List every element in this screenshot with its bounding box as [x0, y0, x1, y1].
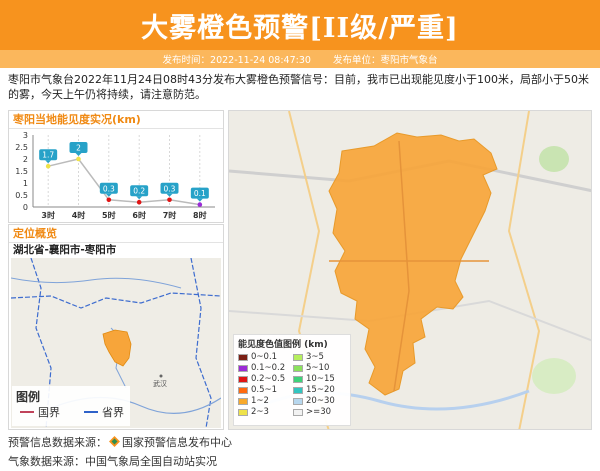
title-banner: 大雾橙色预警[II级/严重] — [0, 0, 600, 50]
country-border-label: 国界 — [38, 406, 60, 419]
legend-label: 3~5 — [306, 352, 324, 362]
legend-item: 0.2~0.5 — [238, 374, 291, 384]
legend-swatch — [238, 353, 248, 361]
value-label-pointer — [196, 198, 203, 202]
value-label: 1.7 — [42, 151, 54, 160]
visibility-legend-title: 能见度色值图例 (km) — [238, 340, 328, 350]
legend-label: 20~30 — [306, 396, 335, 406]
legend-item: >=30 — [293, 407, 346, 417]
legend-label: 0~0.1 — [251, 352, 278, 362]
location-region: 湖北省-襄阳市-枣阳市 — [13, 244, 117, 256]
legend-label: 15~20 — [306, 385, 335, 395]
legend-item: 20~30 — [293, 396, 346, 406]
legend-swatch — [238, 408, 248, 416]
legend-label: 0.1~0.2 — [251, 363, 286, 373]
y-tick-label: 3 — [23, 131, 28, 140]
y-tick-label: 0 — [23, 203, 28, 212]
legend-label: 2~3 — [251, 407, 269, 417]
legend-swatch — [293, 375, 303, 383]
legend-label: 1~2 — [251, 396, 269, 406]
value-label: 0.2 — [133, 187, 145, 196]
x-tick-label: 8时 — [193, 210, 207, 220]
legend-item: 2~3 — [238, 407, 291, 417]
legend-item: 0.1~0.2 — [238, 363, 291, 373]
publish-time: 发布时间：2022-11-24 08:47:30 — [162, 55, 311, 66]
source-weather: 气象数据来源：中国气象局全国自动站实况 — [8, 455, 217, 468]
y-tick-label: 2 — [23, 155, 28, 164]
x-tick-label: 5时 — [102, 210, 116, 220]
warning-center-link[interactable]: 国家预警信息发布中心 — [122, 436, 232, 449]
value-label-pointer — [45, 160, 52, 164]
legend-item: 1~2 — [238, 396, 291, 406]
legend-label: >=30 — [306, 407, 332, 417]
value-label: 2 — [76, 144, 81, 153]
legend-swatch — [293, 397, 303, 405]
visibility-line — [47, 158, 200, 206]
visibility-point — [76, 156, 81, 162]
page-title: 大雾橙色预警[II级/严重] — [141, 12, 459, 44]
publish-unit: 发布单位：枣阳市气象台 — [332, 55, 438, 66]
legend-swatch — [238, 386, 248, 394]
value-label: 0.3 — [103, 184, 115, 193]
legend-label: 0.5~1 — [251, 385, 278, 395]
value-label: 0.1 — [194, 189, 206, 198]
location-panel-title: 定位概览 — [9, 225, 223, 243]
legend-label: 5~10 — [306, 363, 330, 373]
warning-page: 大雾橙色预警[II级/严重] 发布时间：2022-11-24 08:47:30 … — [0, 0, 600, 471]
y-tick-label: 2.5 — [15, 143, 28, 152]
x-tick-label: 7时 — [163, 210, 177, 220]
y-tick-label: 0.5 — [15, 191, 28, 200]
svg-text:武汉: 武汉 — [153, 379, 167, 388]
value-label-pointer — [75, 153, 82, 156]
value-label-pointer — [166, 193, 173, 197]
legend-item: 15~20 — [293, 385, 346, 395]
legend-item: 0.5~1 — [238, 385, 291, 395]
visibility-legend: 能见度色值图例 (km) 0~0.1 3~5 0.1~0.2 5~10 0.2~0.5 1… — [233, 334, 351, 426]
x-tick-label: 3时 — [41, 210, 55, 220]
legend-swatch — [238, 397, 248, 405]
y-tick-label: 1 — [23, 179, 28, 188]
legend-label: 0.2~0.5 — [251, 374, 286, 384]
source-warning: 预警信息数据来源： 国家预警信息发布中心 — [8, 436, 232, 449]
legend-swatch — [293, 386, 303, 394]
visibility-point — [197, 202, 203, 207]
visibility-chart: 0 0.5 1 1.5 2 2.5 3 3时 4时 5时 6时 7时 8时 1.7 2 0.3 0.2 0.3 0.… — [15, 131, 215, 220]
legend-item: 3~5 — [293, 352, 346, 362]
warning-description: 枣阳市气象台2022年11月24日08时43分发布大雾橙色预警信号：目前，我市已… — [8, 73, 589, 101]
legend-swatch — [293, 408, 303, 416]
province-border-label: 省界 — [102, 406, 124, 419]
y-tick-label: 1.5 — [15, 167, 28, 176]
legend-swatch — [293, 364, 303, 372]
visibility-point — [45, 163, 51, 169]
overview-legend-title: 图例 — [16, 390, 41, 404]
visibility-panel: 枣阳当地能见度实况(km) 0 0.5 1 1.5 2 2.5 3 3时 4时 5时 6时 7时 8时 1… — [8, 110, 224, 223]
visibility-panel-title: 枣阳当地能见度实况(km) — [9, 111, 223, 129]
value-label-pointer — [136, 196, 143, 200]
overview-legend: 图例 国界 省界 — [12, 386, 130, 426]
legend-swatch — [293, 353, 303, 361]
legend-item: 5~10 — [293, 363, 346, 373]
legend-swatch — [238, 375, 248, 383]
visibility-point — [136, 199, 142, 205]
visibility-point — [106, 197, 112, 203]
legend-item: 0~0.1 — [238, 352, 291, 362]
legend-item: 10~15 — [293, 374, 346, 384]
visibility-legend-items: 0~0.1 3~5 0.1~0.2 5~10 0.2~0.5 10~15 0.5~1 15~2… — [238, 352, 346, 417]
x-tick-label: 4时 — [72, 210, 86, 220]
legend-swatch — [238, 364, 248, 372]
visibility-point — [167, 197, 172, 203]
x-tick-label: 6时 — [132, 210, 146, 220]
warning-center-logo-icon — [109, 436, 120, 447]
value-label: 0.3 — [164, 184, 176, 193]
legend-label: 10~15 — [306, 374, 335, 384]
meta-bar: 发布时间：2022-11-24 08:47:30 发布单位：枣阳市气象台 — [0, 50, 600, 68]
